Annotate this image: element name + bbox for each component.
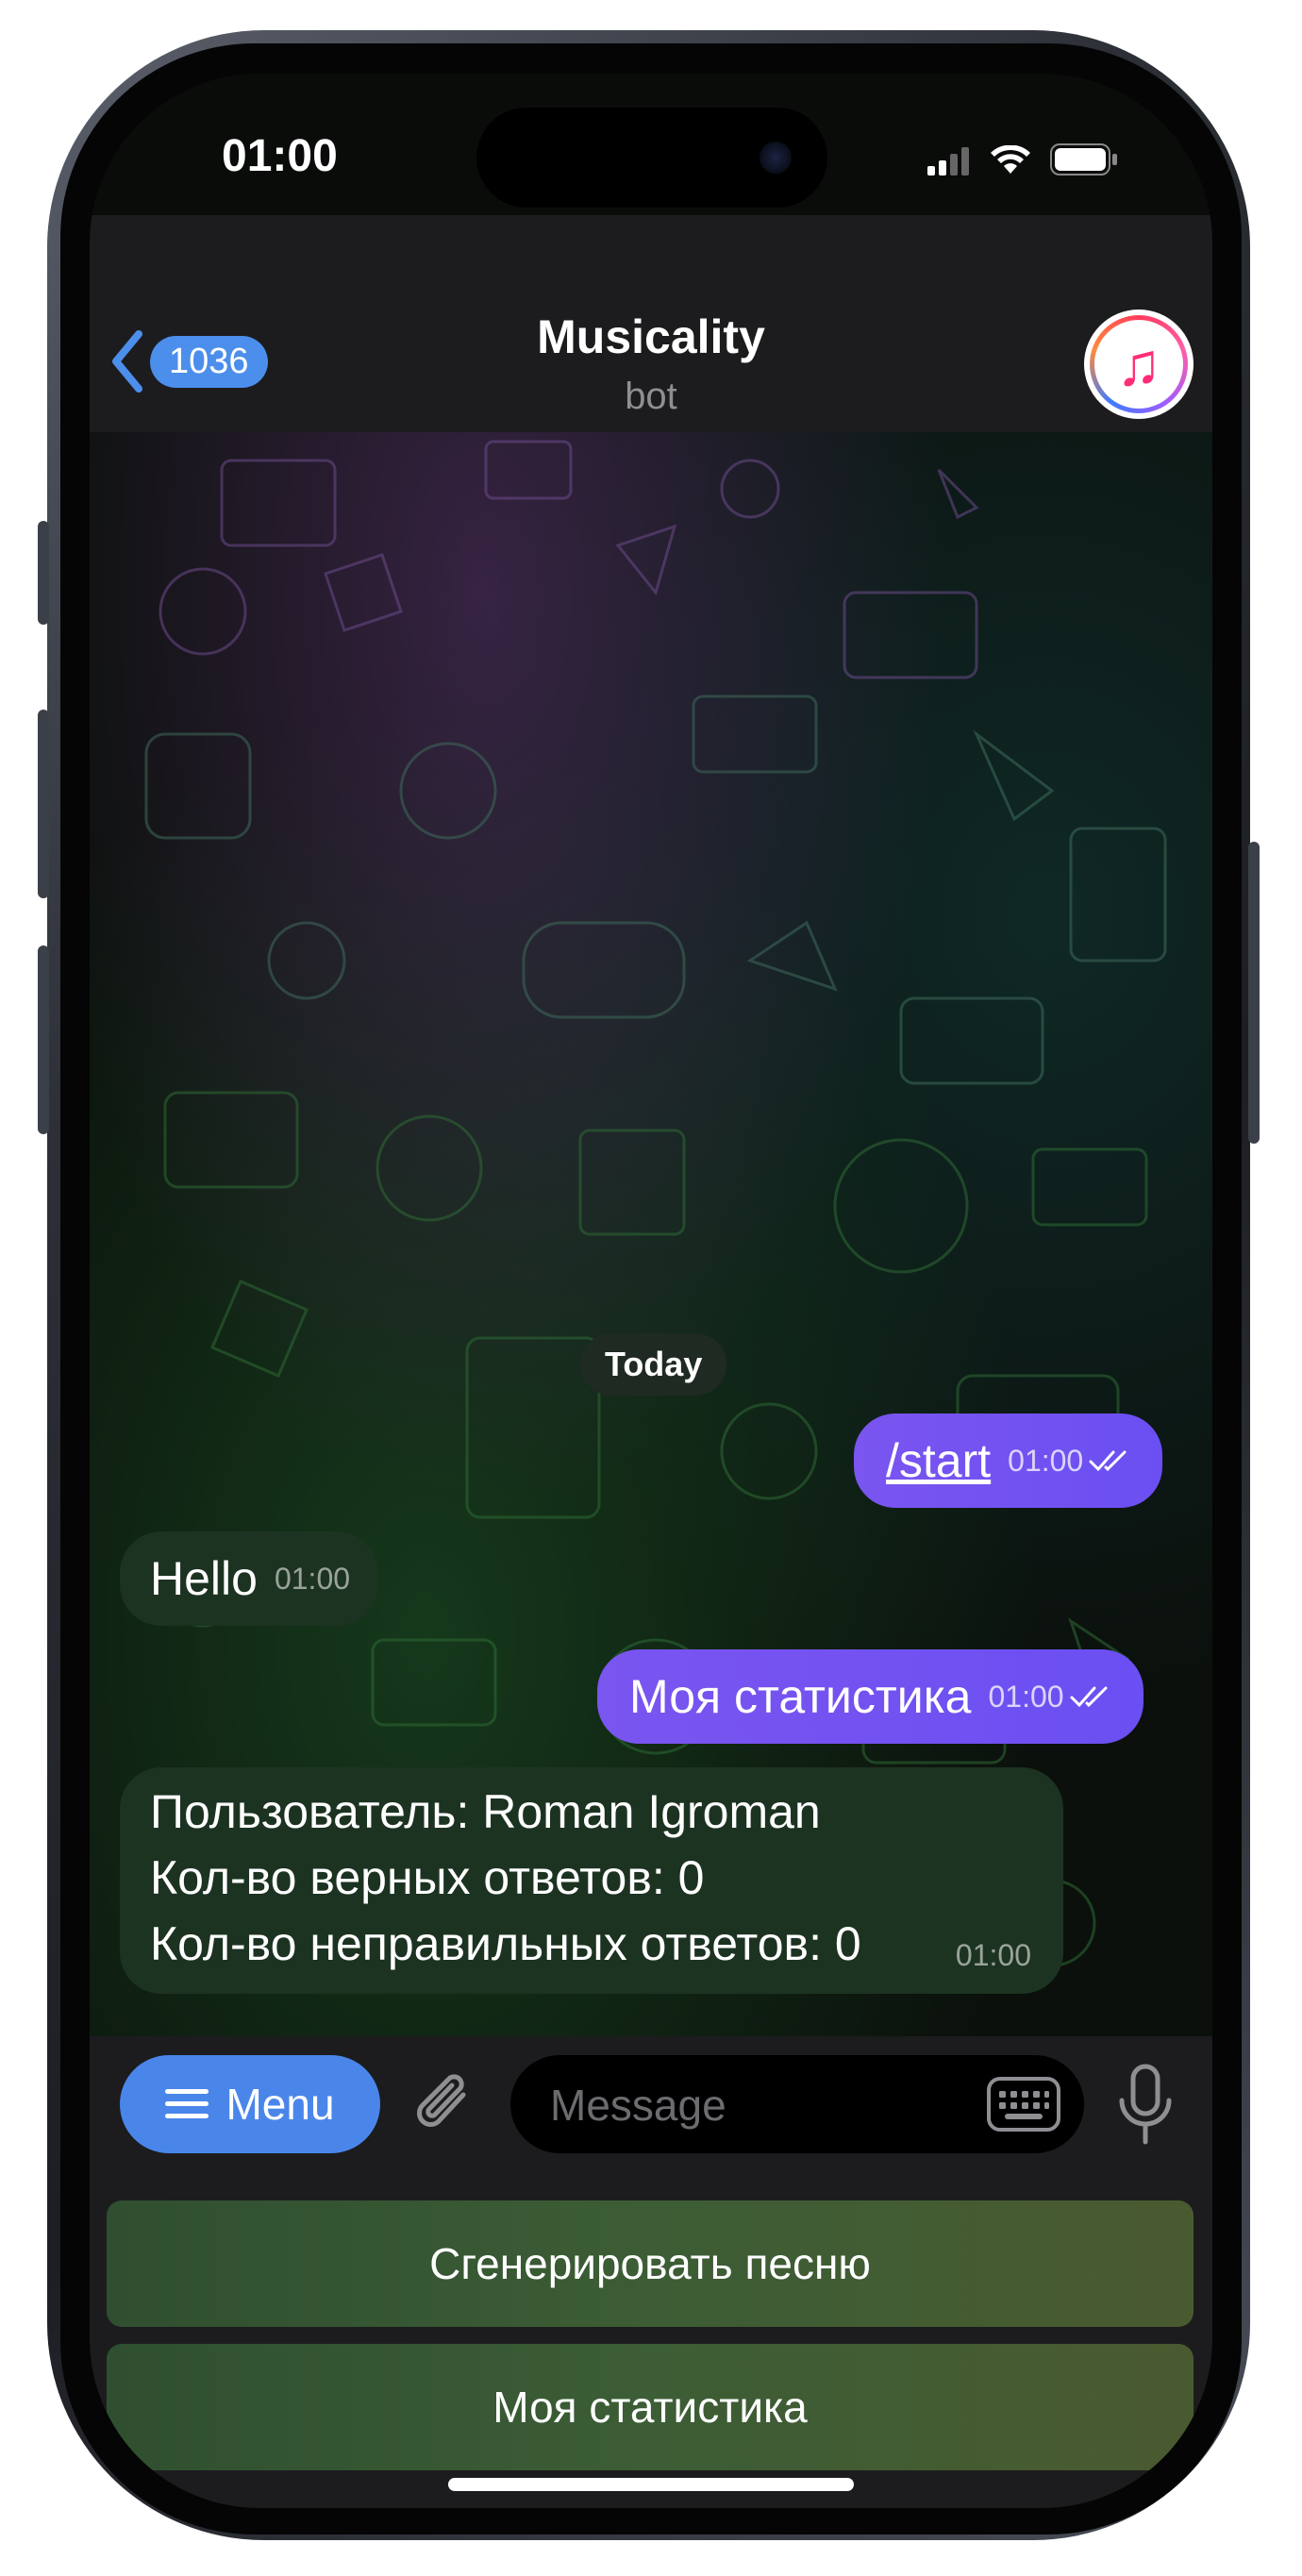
cellular-signal-icon	[927, 147, 969, 176]
action-button	[38, 521, 49, 625]
dynamic-island	[476, 108, 827, 208]
camera-icon	[760, 142, 792, 174]
message-text: Hello	[150, 1552, 258, 1605]
power-button	[1248, 842, 1260, 1144]
stats-line-wrong: Кол-во неправильных ответов: 0	[150, 1917, 861, 1970]
menu-button[interactable]: Menu	[120, 2055, 380, 2153]
double-check-icon	[1070, 1686, 1108, 1708]
volume-up-button	[38, 710, 49, 898]
date-separator: Today	[580, 1333, 727, 1396]
microphone-icon[interactable]	[1112, 2063, 1178, 2148]
home-indicator[interactable]	[448, 2478, 854, 2491]
keyboard-icon[interactable]	[986, 2076, 1061, 2133]
music-note-icon: ♫	[1094, 320, 1183, 409]
chat-subtitle: bot	[625, 376, 677, 417]
chat-title[interactable]: Musicality	[90, 309, 1212, 364]
message-time: 01:00	[274, 1562, 351, 1596]
message-input[interactable]: Message	[510, 2055, 1084, 2153]
reply-keyboard: Сгенерировать песню Моя статистика	[90, 2178, 1212, 2508]
status-icons	[927, 143, 1118, 176]
screen: 01:00 1036 Musicality bot ♫ Today /start…	[90, 74, 1212, 2508]
message-time: 01:00	[955, 1938, 1031, 1972]
incoming-message[interactable]: Hello 01:00	[120, 1531, 379, 1626]
outgoing-message[interactable]: Моя статистика 01:00	[597, 1649, 1143, 1744]
chat-area[interactable]: Today /start 01:00 Hello 01:00 Моя стати…	[90, 432, 1212, 2036]
command-link[interactable]: /start	[886, 1428, 991, 1494]
stats-line-user: Пользователь: Roman Igroman	[150, 1785, 821, 1838]
attach-icon[interactable]	[409, 2066, 484, 2142]
battery-icon	[1050, 143, 1117, 176]
hamburger-icon	[165, 2089, 209, 2118]
message-input-bar: Menu Message	[90, 2036, 1212, 2178]
menu-label: Menu	[225, 2080, 335, 2129]
outgoing-message[interactable]: /start 01:00	[854, 1413, 1163, 1508]
bot-avatar[interactable]: ♫	[1084, 309, 1194, 419]
chat-header: 1036 Musicality bot ♫	[90, 215, 1212, 432]
volume-down-button	[38, 945, 49, 1134]
stats-line-correct: Кол-во верных ответов: 0	[150, 1851, 705, 1904]
wifi-icon	[991, 145, 1030, 174]
incoming-message[interactable]: Пользователь: Roman Igroman Кол-во верны…	[120, 1767, 1063, 1994]
double-check-icon	[1089, 1450, 1127, 1472]
generate-song-button[interactable]: Сгенерировать песню	[107, 2200, 1194, 2327]
message-placeholder: Message	[550, 2081, 726, 2130]
message-time: 01:00	[988, 1680, 1064, 1714]
message-text: Моя статистика	[629, 1670, 972, 1723]
my-statistics-button[interactable]: Моя статистика	[107, 2344, 1194, 2470]
message-time: 01:00	[1008, 1444, 1084, 1478]
status-time: 01:00	[222, 131, 338, 181]
